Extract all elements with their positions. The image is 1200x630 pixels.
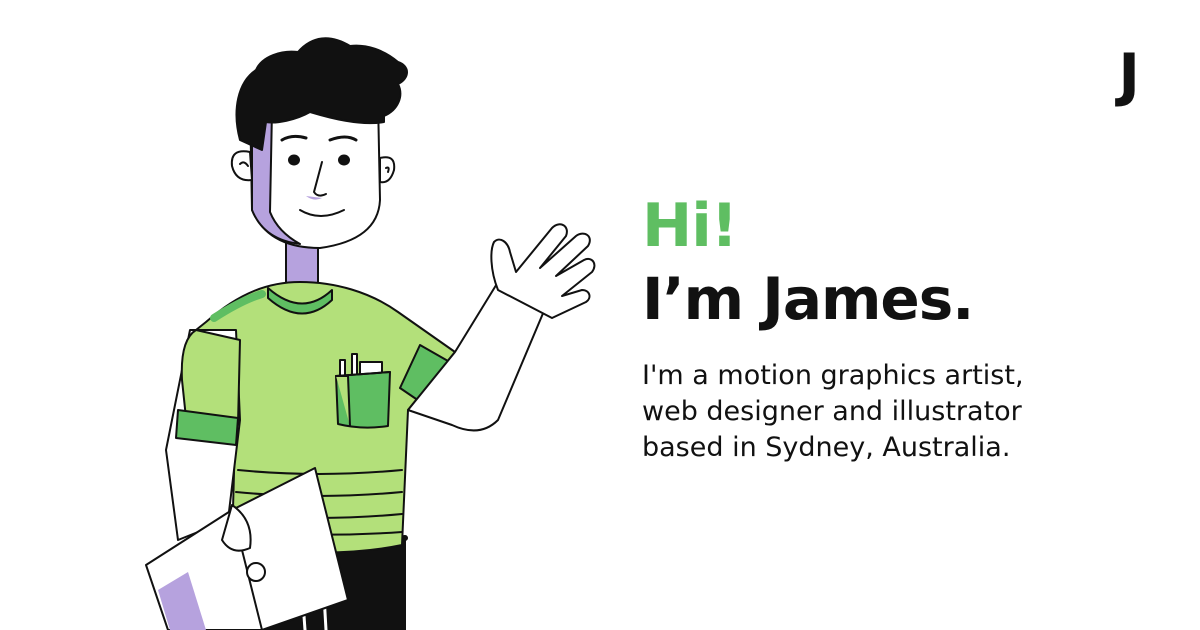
waving-man-illustration [145, 37, 596, 630]
intro-section: Hi! I’m James. I'm a motion graphics art… [642, 190, 1162, 493]
hero-card: J Hi! I’m James. I'm a motion graphics a… [0, 0, 1200, 630]
brand-logo[interactable]: J [1118, 46, 1140, 104]
bio-paragraph: I'm a motion graphics artist, web design… [642, 360, 1024, 463]
greeting-heading: Hi! [642, 191, 738, 261]
name-heading: I’m James. [642, 265, 974, 333]
